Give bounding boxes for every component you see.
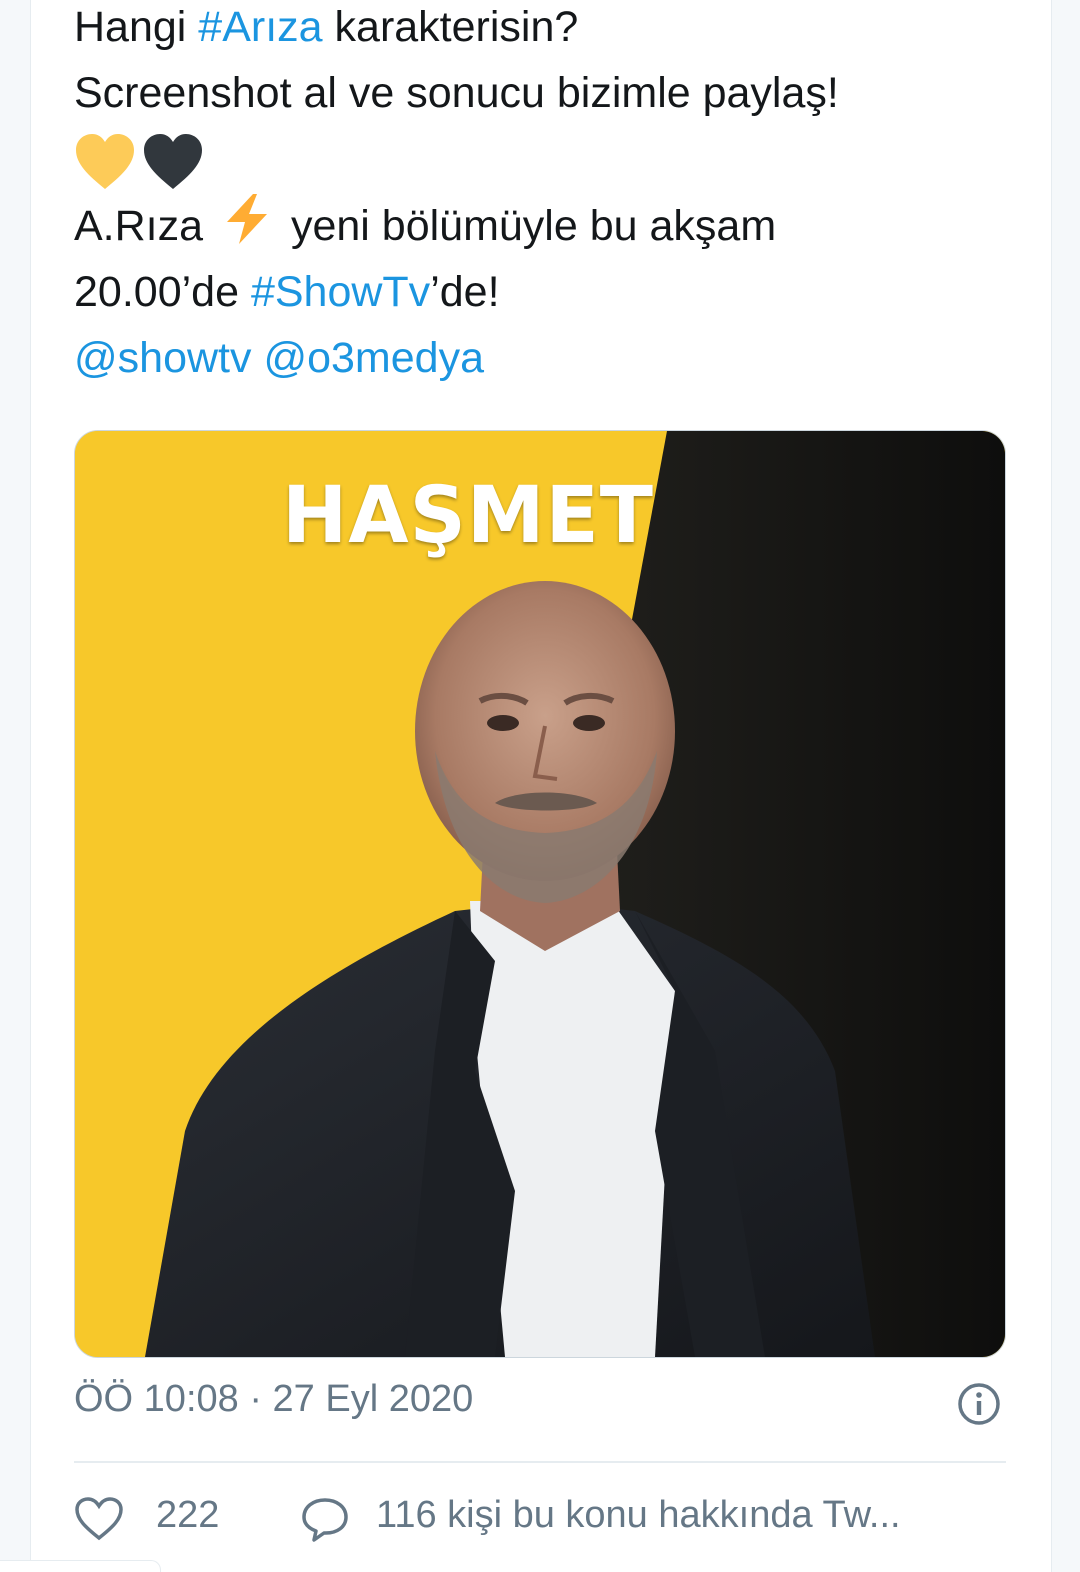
black-heart-icon bbox=[144, 133, 202, 189]
hashtag-ariza-link[interactable]: #Arıza bbox=[198, 3, 322, 51]
tweet-line-4: A.Rıza yeni bölümüyle bu akşam bbox=[74, 192, 1024, 259]
talking-about-link[interactable]: 116 kişi bu konu hakkında Tw... bbox=[376, 1494, 901, 1537]
tweet-line-3 bbox=[74, 126, 1024, 192]
poster-title: HAŞMET bbox=[282, 471, 654, 561]
tweet-actions: 222 116 kişi bu konu hakkında Tw... bbox=[74, 1494, 1014, 1544]
like-heart-icon[interactable] bbox=[74, 1496, 124, 1542]
tweet-text-part: ’de! bbox=[430, 268, 500, 316]
tweet-timestamp[interactable]: ÖÖ 10:08 · 27 Eyl 2020 bbox=[74, 1378, 473, 1421]
yellow-heart-icon bbox=[76, 133, 134, 189]
tweet-media-image[interactable]: HAŞMET bbox=[74, 430, 1006, 1358]
tweet-page: Hangi #Arıza karakterisin? Screenshot al… bbox=[0, 0, 1080, 1572]
tweet-text-part: A.Rıza bbox=[74, 202, 215, 250]
tweet-line-5: 20.00’de #ShowTv’de! bbox=[74, 259, 1024, 325]
tweet-line-1: Hangi #Arıza karakterisin? bbox=[74, 0, 1024, 60]
poster-illustration bbox=[75, 431, 1005, 1357]
divider bbox=[74, 1461, 1006, 1463]
tweet-text-part: yeni bölümüyle bu akşam bbox=[279, 202, 777, 250]
tweet-time: ÖÖ 10:08 bbox=[74, 1378, 239, 1420]
tweet-line-6: @showtv @o3medya bbox=[74, 325, 1024, 391]
like-count[interactable]: 222 bbox=[156, 1494, 219, 1537]
mention-showtv-link[interactable]: @showtv bbox=[74, 334, 251, 382]
hashtag-showtv-link[interactable]: #ShowTv bbox=[251, 268, 430, 316]
info-icon[interactable] bbox=[957, 1382, 1001, 1426]
mention-o3medya-link[interactable]: @o3medya bbox=[263, 334, 484, 382]
tweet-line-2: Screenshot al ve sonucu bizimle paylaş! bbox=[74, 69, 839, 117]
tweet-text-part: Hangi bbox=[74, 3, 199, 51]
tweet-text-part: karakterisin? bbox=[322, 3, 579, 51]
tweet-card: Hangi #Arıza karakterisin? Screenshot al… bbox=[30, 0, 1052, 1572]
tweet-text-part: 20.00’de bbox=[74, 268, 251, 316]
reply-bubble-icon[interactable] bbox=[300, 1496, 350, 1542]
meta-separator: · bbox=[238, 1378, 273, 1420]
tweet-date: 27 Eyl 2020 bbox=[272, 1378, 474, 1420]
tweet-text: Hangi #Arıza karakterisin? Screenshot al… bbox=[74, 0, 1024, 391]
lightning-icon bbox=[227, 194, 267, 244]
bottom-sheet-edge bbox=[0, 1560, 161, 1572]
